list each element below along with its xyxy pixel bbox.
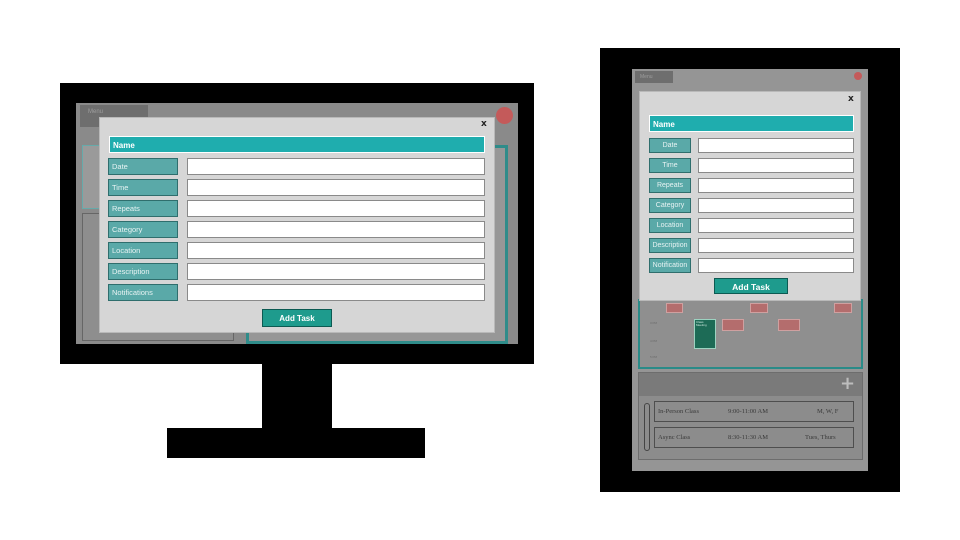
calendar-event[interactable] [722,319,744,331]
notifications-input[interactable] [187,284,485,301]
time-label: 4 PM [650,339,658,343]
add-task-button[interactable]: Add Task [262,309,332,327]
monitor-neck [262,363,332,429]
task-list-header [639,373,862,396]
status-indicator [496,107,513,124]
calendar-event[interactable]: Class Meeting [694,319,716,349]
menu-label: Menu [640,74,653,80]
calendar-panel: 3 PM 4 PM 5 PM Class Meeting [638,299,863,369]
menu-label: Menu [88,109,104,115]
list-item[interactable]: Async Class 8:30-11:30 AM Tues, Thurs [654,427,854,448]
repeats-input[interactable] [698,178,854,193]
time-label: Time [108,179,178,196]
task-days: M, W, F [817,408,839,415]
name-field[interactable]: Name [649,115,854,132]
description-label: Description [649,238,691,253]
date-input[interactable] [698,138,854,153]
add-task-button[interactable]: Add Task [714,278,788,294]
category-label: Category [108,221,178,238]
task-name: In-Person Class [658,408,699,415]
status-indicator [854,72,862,80]
menu-button[interactable]: Menu [635,71,673,83]
list-item[interactable]: In-Person Class 9:00-11:00 AM M, W, F [654,401,854,422]
category-label: Category [649,198,691,213]
name-field[interactable]: Name [109,136,485,153]
task-name: Async Class [658,434,691,441]
monitor-base [167,428,425,458]
desktop-screen: Menu x Name Date Time Repeats Category L… [76,103,518,344]
add-task-modal: x Name Date Time Repeats Category Locati… [639,91,861,301]
repeats-input[interactable] [187,200,485,217]
calendar-event[interactable] [750,303,768,313]
scrollbar[interactable] [644,403,650,451]
location-input[interactable] [698,218,854,233]
date-label: Date [649,138,691,153]
add-task-modal: x Name Date Time Repeats Category Locati… [99,117,495,333]
time-label: 3 PM [650,321,658,325]
calendar-event[interactable] [834,303,852,313]
time-input[interactable] [187,179,485,196]
task-days: Tues, Thurs [805,434,836,441]
description-input[interactable] [698,238,854,253]
time-label: Time [649,158,691,173]
date-input[interactable] [187,158,485,175]
calendar-event[interactable] [778,319,800,331]
calendar-event[interactable] [666,303,683,313]
close-button[interactable]: x [848,94,854,104]
location-label: Location [649,218,691,233]
tablet-device: Menu 3 PM 4 PM 5 PM Class Meeting + In-P… [600,48,900,492]
time-label: 5 PM [650,355,658,359]
notification-label: Notification [649,258,691,273]
time-input[interactable] [698,158,854,173]
date-label: Date [108,158,178,175]
notification-input[interactable] [698,258,854,273]
desktop-monitor: Menu x Name Date Time Repeats Category L… [60,83,534,364]
repeats-label: Repeats [649,178,691,193]
category-input[interactable] [698,198,854,213]
location-input[interactable] [187,242,485,259]
task-time: 9:00-11:00 AM [728,408,769,415]
notifications-label: Notifications [108,284,178,301]
task-list-panel: + In-Person Class 9:00-11:00 AM M, W, F … [638,372,863,460]
location-label: Location [108,242,178,259]
description-input[interactable] [187,263,485,280]
description-label: Description [108,263,178,280]
task-time: 8:30-11:30 AM [728,434,769,441]
plus-icon[interactable]: + [840,373,855,394]
tablet-screen: Menu 3 PM 4 PM 5 PM Class Meeting + In-P… [632,69,868,471]
category-input[interactable] [187,221,485,238]
event-title: Class Meeting [696,320,707,327]
repeats-label: Repeats [108,200,178,217]
close-button[interactable]: x [481,119,487,129]
